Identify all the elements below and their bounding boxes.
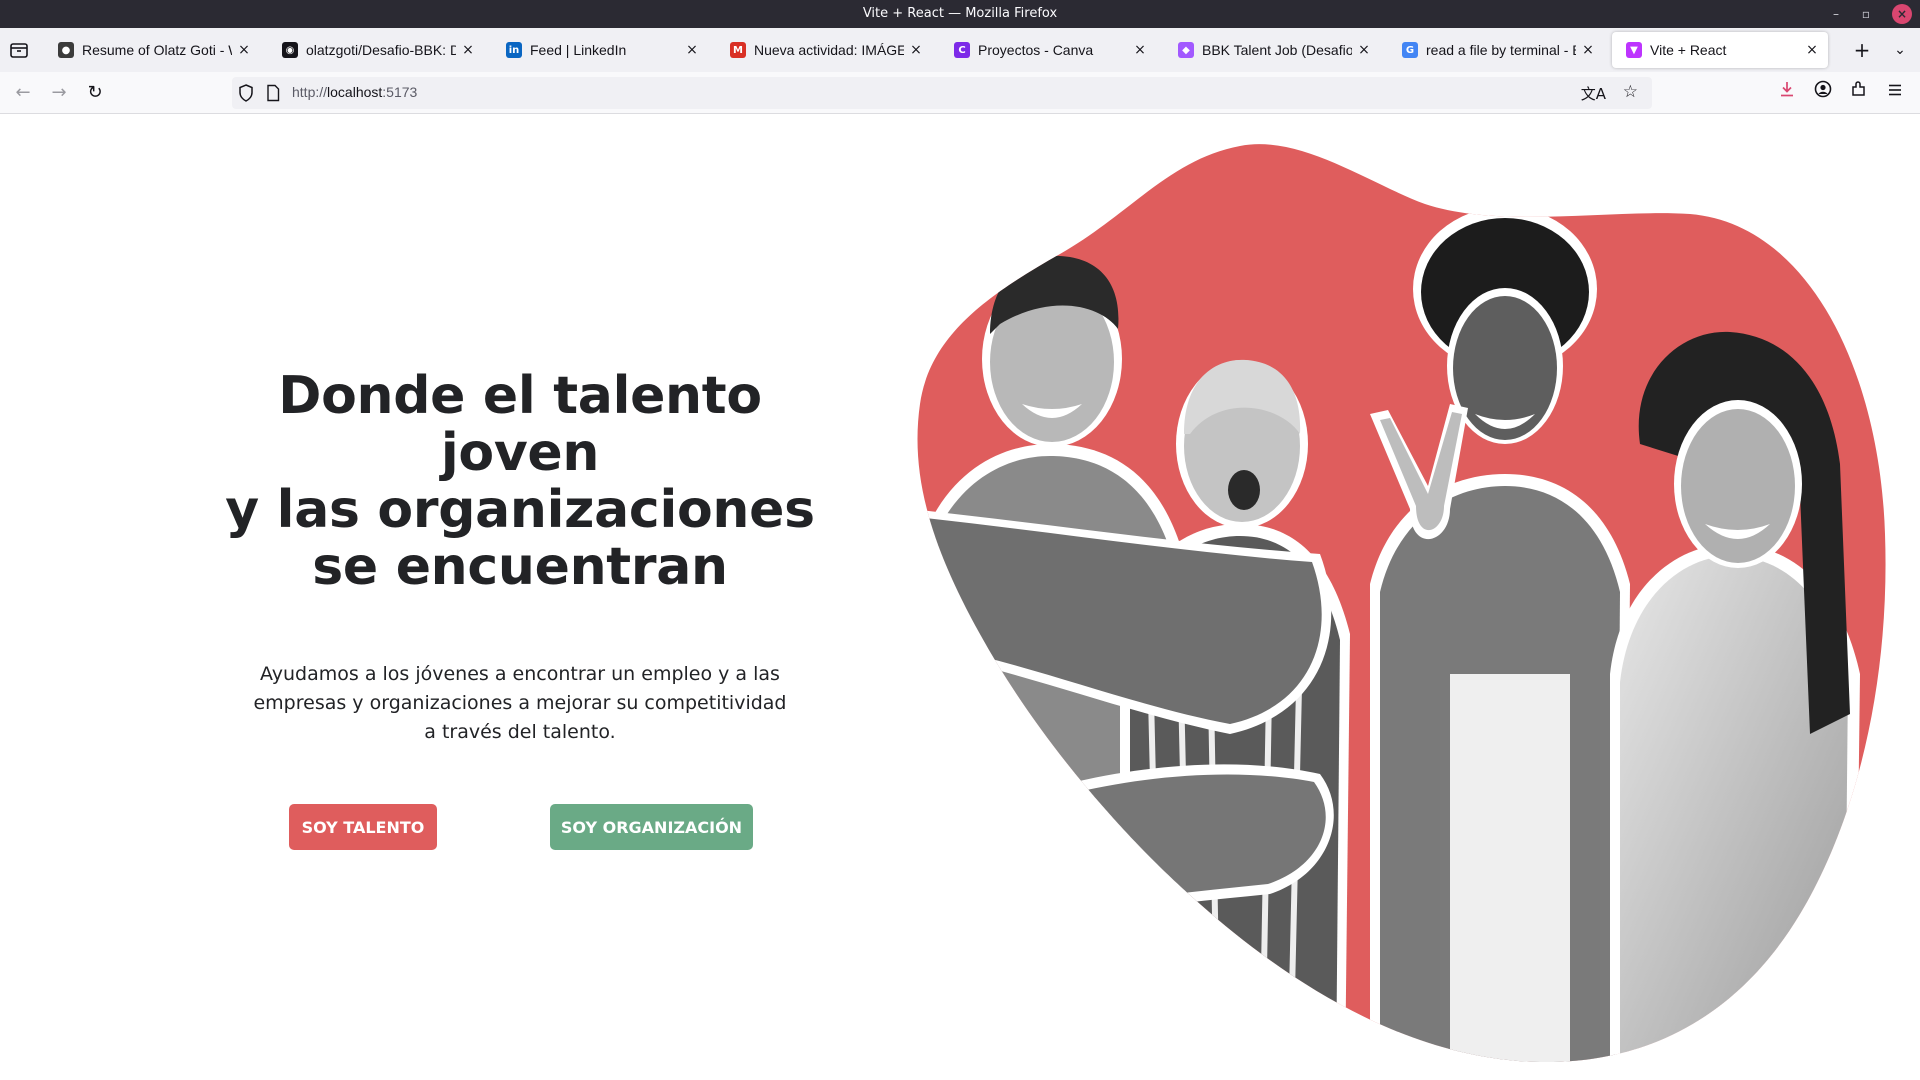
close-window-icon[interactable]: ×	[1892, 4, 1912, 24]
tab-strip: ●Resume of Olatz Goti - Web×◉olatzgoti/D…	[0, 28, 1920, 72]
back-icon[interactable]: ←	[10, 80, 36, 106]
soy-organizacion-button[interactable]: SOY ORGANIZACIÓN	[550, 804, 753, 850]
new-tab-button[interactable]: +	[1848, 36, 1876, 64]
translate-icon[interactable]: 文A	[1581, 83, 1606, 104]
app-menu-icon[interactable]	[1882, 80, 1908, 106]
browser-tab[interactable]: ◉ olatzgoti/Desafio-BBK: Desa×	[268, 32, 484, 68]
close-tab-icon[interactable]: ×	[908, 42, 924, 58]
close-tab-icon[interactable]: ×	[1580, 42, 1596, 58]
url-bar[interactable]: http://localhost:5173 文A ☆	[232, 77, 1652, 109]
tab-label: Nueva actividad: IMÁGENES	[754, 42, 904, 58]
tracking-protection-shield-icon[interactable]	[238, 84, 254, 106]
person-right	[1610, 331, 1860, 1063]
linkedin-favicon-icon: in	[506, 42, 522, 58]
tab-label: Resume of Olatz Goti - Web	[82, 42, 232, 58]
bookmark-star-icon[interactable]: ☆	[1623, 82, 1638, 102]
tab-label: Vite + React	[1650, 42, 1727, 58]
tab-label: Proyectos - Canva	[978, 42, 1094, 58]
url-scheme: http://	[292, 84, 328, 100]
browser-tab[interactable]: ● Resume of Olatz Goti - Web×	[44, 32, 260, 68]
figma-favicon-icon: ◆	[1178, 42, 1194, 58]
forward-icon[interactable]: →	[46, 80, 72, 106]
google-favicon-icon: G	[1402, 42, 1418, 58]
navigation-toolbar: ← → ↻ http://localhost:5173 文A ☆	[0, 72, 1920, 114]
resume-favicon-icon: ●	[58, 42, 74, 58]
close-tab-icon[interactable]: ×	[460, 42, 476, 58]
url-port: :5173	[382, 84, 418, 100]
downloads-icon[interactable]	[1774, 80, 1800, 106]
hero-title-line: se encuentran	[312, 537, 728, 597]
page-content: Donde el talento joven y las organizacio…	[0, 114, 1920, 1080]
restore-icon[interactable]: ▫	[1856, 4, 1876, 24]
soy-talento-button[interactable]: SOY TALENTO	[289, 804, 437, 850]
browser-tab[interactable]: in Feed | LinkedIn ×	[492, 32, 708, 68]
tab-label: read a file by terminal - Busc	[1426, 42, 1576, 58]
tab-label: BBK Talent Job (Desafio Trip	[1202, 42, 1352, 58]
close-tab-icon[interactable]: ×	[1132, 42, 1148, 58]
hero-title-line: Donde el talento joven	[278, 366, 762, 483]
hero-image-group-of-young-people	[917, 144, 1886, 1063]
close-tab-icon[interactable]: ×	[1804, 42, 1820, 58]
firefox-view-icon[interactable]	[8, 40, 32, 60]
browser-tab[interactable]: C Proyectos - Canva ×	[940, 32, 1156, 68]
reload-icon[interactable]: ↻	[82, 80, 108, 106]
hero-title: Donde el talento joven y las organizacio…	[200, 368, 840, 596]
tab-label: Feed | LinkedIn	[530, 42, 627, 58]
browser-tab[interactable]: ◆ BBK Talent Job (Desafio Trip×	[1164, 32, 1380, 68]
browser-tab[interactable]: ▼ Vite + React ×	[1612, 32, 1828, 68]
tab-label: olatzgoti/Desafio-BBK: Desa	[306, 42, 456, 58]
close-tab-icon[interactable]: ×	[684, 42, 700, 58]
hero-title-line: y las organizaciones	[225, 480, 815, 540]
extensions-icon[interactable]	[1846, 80, 1872, 106]
github-favicon-icon: ◉	[282, 42, 298, 58]
vite-favicon-icon: ▼	[1626, 42, 1642, 58]
hero-description: Ayudamos a los jóvenes a encontrar un em…	[253, 663, 787, 743]
window-titlebar: Vite + React — Mozilla Firefox – ▫ ×	[0, 0, 1920, 28]
url-text[interactable]: http://localhost:5173	[292, 84, 417, 100]
url-host: localhost	[327, 84, 383, 100]
browser-tab[interactable]: M Nueva actividad: IMÁGENES×	[716, 32, 932, 68]
window-title: Vite + React — Mozilla Firefox	[862, 6, 1058, 21]
close-tab-icon[interactable]: ×	[236, 42, 252, 58]
minimize-icon[interactable]: –	[1826, 4, 1846, 24]
canva-favicon-icon: C	[954, 42, 970, 58]
list-all-tabs-icon[interactable]: ⌄	[1886, 36, 1914, 64]
browser-tab[interactable]: Gread a file by terminal - Busc×	[1388, 32, 1604, 68]
account-icon[interactable]	[1810, 80, 1836, 106]
page-info-icon[interactable]	[266, 84, 280, 106]
gmail-favicon-icon: M	[730, 42, 746, 58]
close-tab-icon[interactable]: ×	[1356, 42, 1372, 58]
